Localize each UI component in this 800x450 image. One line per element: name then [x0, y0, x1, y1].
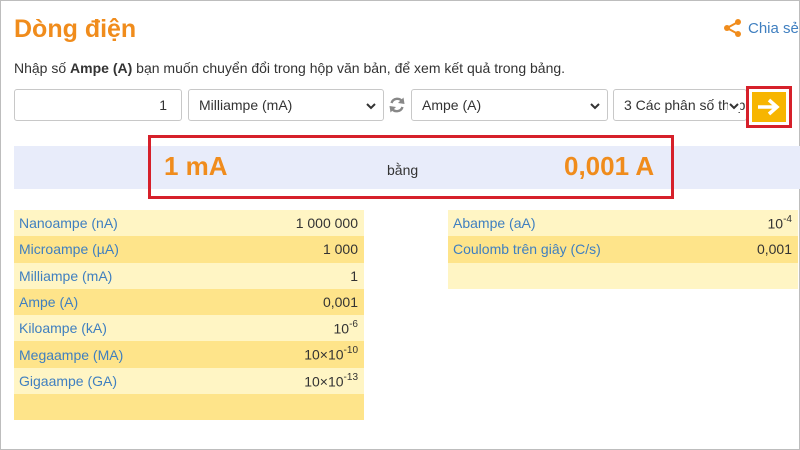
from-unit-select[interactable]: Milliampe (mA) — [188, 89, 384, 121]
value-input[interactable]: 1 — [14, 89, 182, 121]
unit-value: 10-4 — [767, 213, 792, 232]
share-link[interactable]: Chia sẻ — [723, 18, 799, 38]
table-row: Megaampe (MA) 10×10-10 — [14, 341, 364, 368]
unit-link[interactable]: Milliampe (mA) — [19, 268, 112, 284]
left-conversion-table: Nanoampe (nA) 1 000 000 Microampe (µA) 1… — [14, 210, 364, 421]
table-row-empty — [448, 262, 798, 289]
exponent: -13 — [343, 371, 358, 383]
share-label: Chia sẻ — [748, 19, 799, 37]
arrow-right-icon — [758, 98, 780, 116]
unit-link[interactable]: Microampe (µA) — [19, 241, 119, 257]
table-row: Nanoampe (nA) 1 000 000 — [14, 210, 364, 237]
unit-value: 1 000 000 — [295, 215, 358, 232]
unit-value: 0,001 — [756, 241, 792, 258]
unit-link[interactable]: Abampe (aA) — [453, 215, 535, 231]
exponent: -10 — [343, 345, 358, 357]
chevron-down-icon — [366, 103, 376, 110]
right-conversion-table: Abampe (aA) 10-4 Coulomb trên giây (C/s)… — [448, 210, 798, 289]
swap-icon[interactable] — [387, 95, 407, 115]
table-row: Kiloampe (kA) 10-6 — [14, 315, 364, 342]
unit-link[interactable]: Megaampe (MA) — [19, 347, 123, 363]
result-target: 0,001 A — [564, 151, 655, 181]
instruction-unit: Ampe (A) — [70, 60, 133, 76]
exponent: -6 — [349, 319, 358, 330]
chevron-down-icon — [590, 103, 600, 110]
result-equals: bằng — [387, 162, 419, 178]
unit-value: 10×10-10 — [304, 345, 358, 363]
table-row: Ampe (A) 0,001 — [14, 288, 364, 316]
unit-value: 1 000 — [322, 241, 358, 258]
table-row-empty — [14, 394, 364, 421]
to-unit-select[interactable]: Ampe (A) — [411, 89, 608, 121]
share-icon — [724, 19, 741, 37]
unit-link[interactable]: Ampe (A) — [19, 294, 78, 310]
table-row: Milliampe (mA) 1 — [14, 262, 364, 289]
table-row: Abampe (aA) 10-4 — [448, 210, 798, 237]
value-input-text: 1 — [159, 97, 167, 113]
unit-value: 10×10-13 — [304, 371, 358, 390]
table-row: Coulomb trên giây (C/s) 0,001 — [448, 236, 798, 263]
unit-link[interactable]: Coulomb trên giây (C/s) — [453, 241, 601, 257]
instruction-text: Nhập số Ampe (A) bạn muốn chuyển đổi tro… — [14, 60, 566, 76]
to-unit-value: Ampe (A) — [422, 97, 482, 113]
table-row: Microampe (µA) 1 000 — [14, 236, 364, 263]
precision-select[interactable]: 3 Các phân số thập phân — [613, 89, 747, 121]
exponent: -4 — [783, 213, 792, 225]
chevron-down-icon — [728, 100, 740, 112]
table-row: Gigaampe (GA) 10×10-13 — [14, 367, 364, 395]
unit-link[interactable]: Nanoampe (nA) — [19, 215, 118, 231]
unit-link[interactable]: Kiloampe (kA) — [19, 320, 107, 336]
go-button-highlight — [746, 86, 792, 128]
unit-value: 1 — [350, 267, 358, 284]
unit-value: 10-6 — [333, 319, 358, 337]
result-source: 1 mA — [164, 151, 228, 181]
page-title: Dòng điện — [14, 15, 137, 43]
unit-value: 0,001 — [322, 294, 358, 311]
unit-link[interactable]: Gigaampe (GA) — [19, 373, 117, 389]
from-unit-value: Milliampe (mA) — [199, 97, 293, 113]
convert-button[interactable] — [752, 92, 786, 122]
